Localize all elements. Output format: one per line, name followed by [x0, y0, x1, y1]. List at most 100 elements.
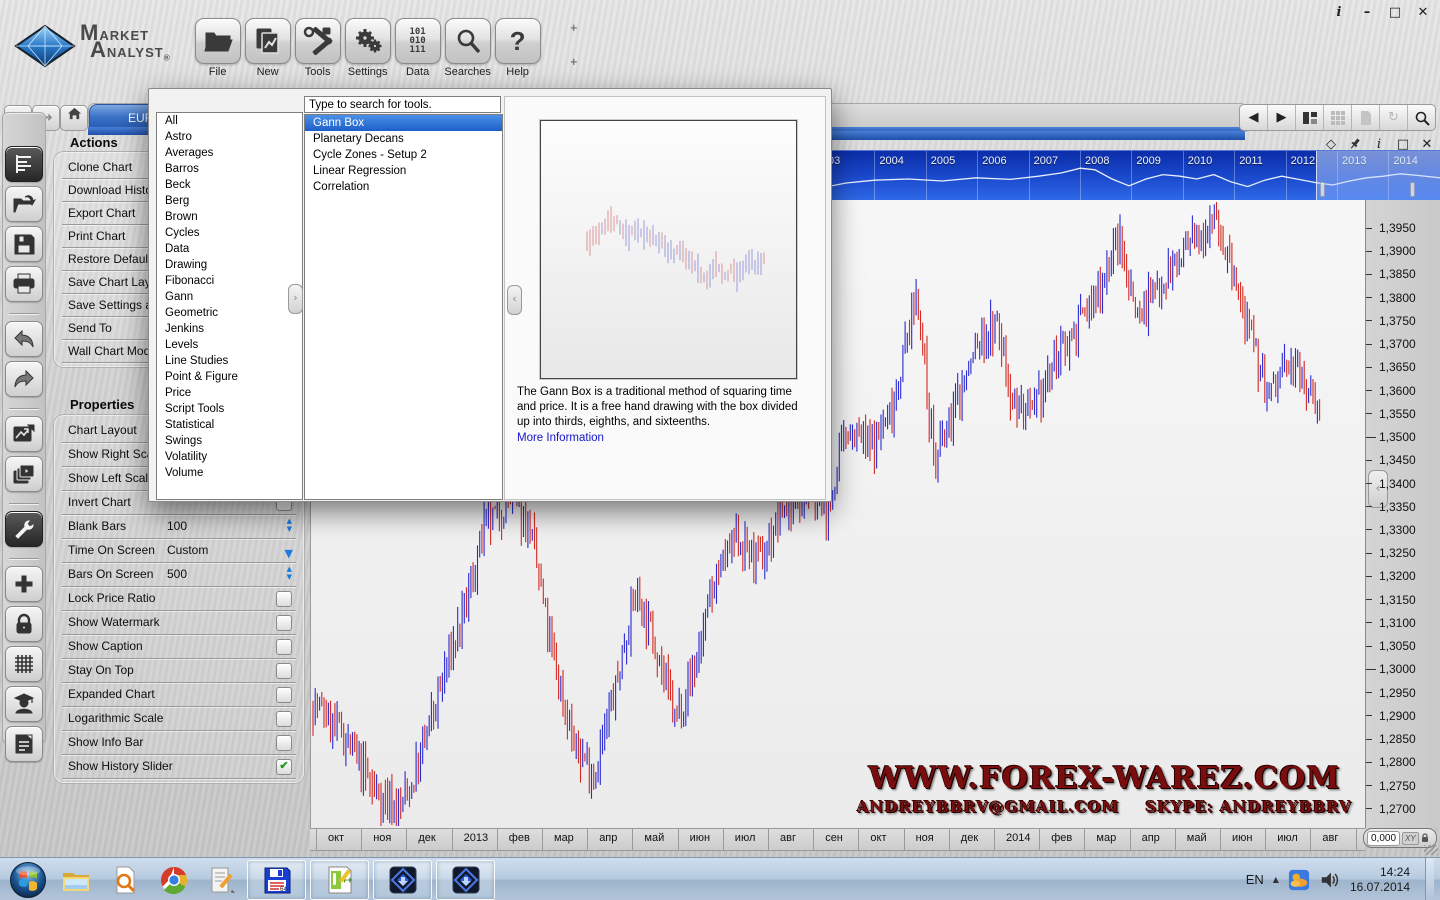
category-item[interactable]: Jenkins: [157, 321, 302, 337]
print-button[interactable]: [5, 266, 43, 302]
property-row[interactable]: Show Info Bar: [62, 731, 296, 755]
tool-result-item[interactable]: Planetary Decans: [305, 131, 502, 147]
category-item[interactable]: Swings: [157, 433, 302, 449]
property-row[interactable]: Show Caption: [62, 635, 296, 659]
slider-handle-right[interactable]: [1410, 182, 1415, 197]
export-all-images-button[interactable]: [5, 456, 43, 492]
data-button[interactable]: 101 010 111: [395, 18, 441, 64]
category-item[interactable]: Script Tools: [157, 401, 302, 417]
category-item[interactable]: Line Studies: [157, 353, 302, 369]
slider-handle-left[interactable]: [1320, 182, 1325, 197]
category-scroll-right-button[interactable]: ›: [288, 284, 303, 314]
taskbar-save64-app-button[interactable]: 64: [247, 860, 306, 900]
category-item[interactable]: All: [157, 113, 302, 129]
property-row[interactable]: Lock Price Ratio: [62, 587, 296, 611]
property-row[interactable]: Logarithmic Scale: [62, 707, 296, 731]
spinner-down-icon[interactable]: ▼: [287, 525, 292, 533]
category-item[interactable]: Beck: [157, 177, 302, 193]
volume-tray-icon[interactable]: [1319, 869, 1341, 891]
category-item[interactable]: Levels: [157, 337, 302, 353]
layout-button[interactable]: [1296, 105, 1324, 130]
scroll-right-button[interactable]: ▶: [1268, 105, 1296, 130]
category-item[interactable]: Drawing: [157, 257, 302, 273]
category-item[interactable]: Point & Figure: [157, 369, 302, 385]
checkbox[interactable]: [276, 735, 292, 751]
start-button[interactable]: [9, 861, 47, 899]
new-button[interactable]: [245, 18, 291, 64]
category-item[interactable]: Statistical: [157, 417, 302, 433]
panel-info-button[interactable]: i: [1371, 137, 1387, 153]
diamond-icon[interactable]: ◇: [1323, 137, 1339, 153]
export-image-button[interactable]: [5, 416, 43, 452]
taskbar-editor-button[interactable]: [203, 861, 243, 899]
taskbar-download-manager-button[interactable]: [373, 860, 432, 900]
window-minimize-button[interactable]: –: [1358, 5, 1376, 20]
zoom-search-button[interactable]: [1408, 105, 1435, 130]
taskbar-search-button[interactable]: [105, 861, 145, 899]
category-item[interactable]: Volatility: [157, 449, 302, 465]
checkbox[interactable]: ✔: [276, 759, 292, 775]
stepper-control[interactable]: ▲▼: [287, 565, 292, 581]
category-item[interactable]: Averages: [157, 145, 302, 161]
weather-tray-icon[interactable]: [1288, 869, 1310, 891]
grid-lines-button[interactable]: [5, 646, 43, 682]
training-mode-button[interactable]: [5, 686, 43, 722]
preview-scroll-left-button[interactable]: ‹: [507, 285, 522, 315]
language-indicator[interactable]: EN: [1246, 872, 1264, 887]
tools-panel-button[interactable]: [5, 511, 43, 547]
settings-button[interactable]: [345, 18, 391, 64]
category-item[interactable]: Cycles: [157, 225, 302, 241]
notes-button[interactable]: [5, 726, 43, 762]
tools-button[interactable]: [295, 18, 341, 64]
category-item[interactable]: Berg: [157, 193, 302, 209]
show-desktop-button[interactable]: [1425, 858, 1434, 900]
category-item[interactable]: Geometric: [157, 305, 302, 321]
home-button[interactable]: [60, 105, 88, 131]
lock-button[interactable]: [5, 606, 43, 642]
time-axis[interactable]: октноядек2013февмарапрмайиюниюлавгсенокт…: [310, 828, 1365, 851]
refresh-button[interactable]: ↻: [1380, 105, 1408, 130]
resize-grip[interactable]: [1424, 845, 1438, 855]
property-row[interactable]: Time On ScreenCustom▼: [62, 539, 296, 563]
property-row[interactable]: Show History Slider✔: [62, 755, 296, 779]
tool-search-input[interactable]: [304, 96, 501, 113]
open-chart-button[interactable]: [5, 186, 43, 222]
property-row[interactable]: Bars On Screen500▲▼: [62, 563, 296, 587]
tray-expand-button[interactable]: ▲: [1273, 875, 1279, 884]
help-button[interactable]: ?: [495, 18, 541, 64]
chart-type-button[interactable]: [5, 146, 43, 182]
file-button[interactable]: [195, 18, 241, 64]
property-row[interactable]: Blank Bars100▲▼: [62, 515, 296, 539]
add-tool-button[interactable]: [5, 566, 43, 602]
undo-button[interactable]: [5, 321, 43, 357]
property-row[interactable]: Stay On Top: [62, 659, 296, 683]
save-button[interactable]: [5, 226, 43, 262]
tool-result-item[interactable]: Linear Regression: [305, 163, 502, 179]
category-item[interactable]: Volume: [157, 465, 302, 481]
price-scale[interactable]: ‹ 1,39501,39001,38501,38001,37501,37001,…: [1365, 200, 1440, 828]
spinner-down-icon[interactable]: ▼: [287, 573, 292, 581]
searches-button[interactable]: [445, 18, 491, 64]
taskbar-notepadpp-app-button[interactable]: ++: [310, 860, 369, 900]
tool-result-item[interactable]: Cycle Zones - Setup 2: [305, 147, 502, 163]
checkbox[interactable]: [276, 687, 292, 703]
category-item[interactable]: Gann: [157, 289, 302, 305]
category-item[interactable]: Price: [157, 385, 302, 401]
taskbar-download-manager-2-button[interactable]: [436, 860, 495, 900]
category-item[interactable]: Brown: [157, 209, 302, 225]
spinner-up-icon[interactable]: ▲: [287, 565, 292, 573]
spinner-up-icon[interactable]: ▲: [287, 517, 292, 525]
scroll-left-button[interactable]: ◀: [1240, 105, 1268, 130]
category-item[interactable]: Astro: [157, 129, 302, 145]
category-item[interactable]: Fibonacci: [157, 273, 302, 289]
checkbox[interactable]: [276, 639, 292, 655]
clock[interactable]: 14:24 16.07.2014: [1350, 865, 1410, 895]
panel-maximize-button[interactable]: □: [1395, 137, 1411, 153]
tool-result-item[interactable]: Gann Box: [305, 115, 502, 131]
window-close-button[interactable]: ✕: [1414, 5, 1432, 20]
property-row[interactable]: Show Watermark: [62, 611, 296, 635]
stepper-control[interactable]: ▲▼: [287, 517, 292, 533]
more-information-link[interactable]: More Information: [517, 432, 604, 444]
tool-result-item[interactable]: Correlation: [305, 179, 502, 195]
category-item[interactable]: Barros: [157, 161, 302, 177]
